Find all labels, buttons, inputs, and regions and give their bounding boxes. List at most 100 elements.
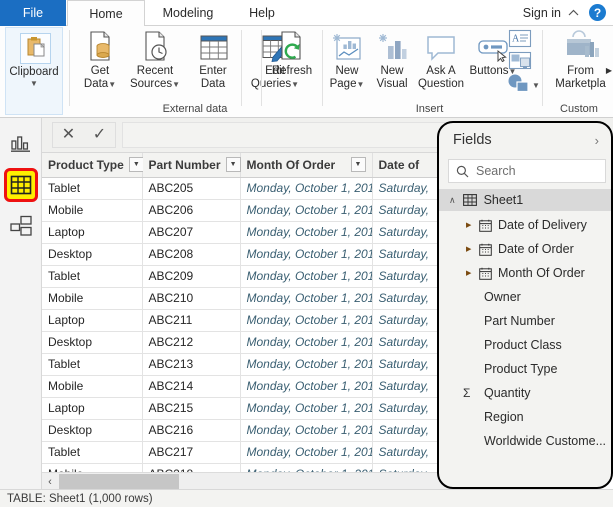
table-row[interactable]: Mobile ABC210 Monday, October 1, 2018 Satur… <box>42 287 483 310</box>
ask-question-button[interactable]: Ask A Question <box>414 28 468 90</box>
column-header-part-number[interactable]: Part Number ▼ <box>142 153 241 178</box>
table-row[interactable]: Tablet ABC213 Monday, October 1, 2018 Satur… <box>42 353 483 376</box>
table-row[interactable]: Laptop ABC211 Monday, October 1, 2018 Satur… <box>42 309 483 332</box>
column-header-month-of-order[interactable]: Month Of Order ▼ <box>240 153 373 178</box>
table-cell[interactable]: Laptop <box>42 397 143 420</box>
table-row[interactable]: Tablet ABC205 Monday, October 1, 2018 Satur… <box>42 177 483 200</box>
field-item-owner[interactable]: Owner <box>439 285 611 309</box>
help-icon[interactable]: ? <box>589 4 606 21</box>
table-cell[interactable]: Monday, October 1, 2018 <box>240 375 373 398</box>
table-cell[interactable]: ABC212 <box>142 331 241 354</box>
field-item-worldwide-custome[interactable]: Worldwide Custome... <box>439 429 611 453</box>
from-marketplace-button[interactable]: From Marketpla <box>548 28 613 90</box>
table-cell[interactable]: Monday, October 1, 2018 <box>240 177 373 200</box>
field-item-part-number[interactable]: Part Number <box>439 309 611 333</box>
table-cell[interactable]: ABC215 <box>142 397 241 420</box>
table-cell[interactable]: Monday, October 1, 2018 <box>240 287 373 310</box>
table-row[interactable]: Tablet ABC209 Monday, October 1, 2018 Satur… <box>42 265 483 288</box>
table-row[interactable]: Mobile ABC214 Monday, October 1, 2018 Satur… <box>42 375 483 398</box>
table-cell[interactable]: Tablet <box>42 353 143 376</box>
field-item-product-class[interactable]: Product Class <box>439 333 611 357</box>
ribbon-overflow-caret[interactable]: ▶ <box>606 66 612 75</box>
horizontal-scroll-thumb[interactable] <box>59 474 179 489</box>
field-item-quantity[interactable]: Σ Quantity <box>439 381 611 405</box>
field-item-month-of-order[interactable]: ▶ Month Of Order <box>439 261 611 285</box>
table-cell[interactable]: Mobile <box>42 199 143 222</box>
table-cell[interactable]: Monday, October 1, 2018 <box>240 243 373 266</box>
refresh-button[interactable]: Refresh <box>268 28 316 78</box>
field-item-date-of-order[interactable]: ▶ Date of Order <box>439 237 611 261</box>
scroll-left-icon[interactable]: ‹ <box>42 473 58 489</box>
clipboard-caret[interactable]: ▼ <box>6 79 62 88</box>
tab-file[interactable]: File <box>0 0 66 26</box>
table-cell[interactable]: Desktop <box>42 331 143 354</box>
tab-modeling[interactable]: Modeling <box>146 0 230 26</box>
shapes-button[interactable]: ▼ <box>507 73 540 93</box>
table-cell[interactable]: Monday, October 1, 2018 <box>240 331 373 354</box>
table-cell[interactable]: Desktop <box>42 243 143 266</box>
table-cell[interactable]: Desktop <box>42 419 143 442</box>
column-header-product-type[interactable]: Product Type ▼ <box>42 153 144 178</box>
image-button[interactable] <box>508 51 532 73</box>
text-box-button[interactable]: A <box>508 29 532 51</box>
table-row[interactable]: Laptop ABC207 Monday, October 1, 2018 Satur… <box>42 221 483 244</box>
get-data-button[interactable]: Get Data▼ <box>78 28 122 91</box>
tab-help[interactable]: Help <box>231 0 293 26</box>
table-cell[interactable]: Tablet <box>42 441 143 464</box>
new-visual-button[interactable]: New Visual <box>371 28 413 90</box>
table-cell[interactable]: Tablet <box>42 265 143 288</box>
recent-sources-caret[interactable]: ▼ <box>172 80 180 89</box>
collapse-pane-icon[interactable]: › <box>595 133 599 148</box>
table-cell[interactable]: ABC208 <box>142 243 241 266</box>
field-item-date-of-delivery[interactable]: ▶ Date of Delivery <box>439 213 611 237</box>
table-cell[interactable]: Laptop <box>42 309 143 332</box>
cancel-icon[interactable]: ✕ <box>62 127 75 143</box>
shapes-caret[interactable]: ▼ <box>532 81 540 90</box>
fields-table-sheet1[interactable]: ∧ Sheet1 <box>439 189 611 211</box>
field-item-product-type[interactable]: Product Type <box>439 357 611 381</box>
table-cell[interactable]: Mobile <box>42 287 143 310</box>
table-cell[interactable]: ABC216 <box>142 419 241 442</box>
new-page-caret[interactable]: ▼ <box>356 80 364 89</box>
table-cell[interactable]: ABC214 <box>142 375 241 398</box>
table-cell[interactable]: Monday, October 1, 2018 <box>240 309 373 332</box>
table-cell[interactable]: Monday, October 1, 2018 <box>240 353 373 376</box>
table-cell[interactable]: Monday, October 1, 2018 <box>240 199 373 222</box>
table-cell[interactable]: ABC206 <box>142 199 241 222</box>
accept-icon[interactable]: ✓ <box>93 127 106 143</box>
table-cell[interactable]: Monday, October 1, 2018 <box>240 441 373 464</box>
clipboard-group[interactable]: Clipboard ▼ <box>5 27 63 115</box>
table-cell[interactable]: Laptop <box>42 221 143 244</box>
table-row[interactable]: Laptop ABC215 Monday, October 1, 2018 Satur… <box>42 397 483 420</box>
table-row[interactable]: Tablet ABC217 Monday, October 1, 2018 Satur… <box>42 441 483 464</box>
get-data-caret[interactable]: ▼ <box>108 80 116 89</box>
table-cell[interactable]: Tablet <box>42 177 143 200</box>
column-filter-icon[interactable]: ▼ <box>350 157 366 173</box>
table-cell[interactable]: Monday, October 1, 2018 <box>240 265 373 288</box>
table-cell[interactable]: ABC205 <box>142 177 241 200</box>
table-cell[interactable]: Monday, October 1, 2018 <box>240 397 373 420</box>
column-filter-icon[interactable]: ▼ <box>225 157 241 173</box>
table-row[interactable]: Mobile ABC206 Monday, October 1, 2018 Satur… <box>42 199 483 222</box>
table-cell[interactable]: Monday, October 1, 2018 <box>240 419 373 442</box>
table-row[interactable]: Desktop ABC208 Monday, October 1, 2018 Satu… <box>42 243 483 266</box>
recent-sources-button[interactable]: Recent Sources▼ <box>124 28 186 91</box>
enter-data-button[interactable]: Enter Data <box>190 28 236 90</box>
table-cell[interactable]: ABC213 <box>142 353 241 376</box>
expand-field-icon[interactable]: ▶ <box>466 245 471 253</box>
table-cell[interactable]: ABC209 <box>142 265 241 288</box>
table-cell[interactable]: Mobile <box>42 375 143 398</box>
table-cell[interactable]: ABC210 <box>142 287 241 310</box>
tab-home[interactable]: Home <box>67 0 145 27</box>
edit-queries-caret[interactable]: ▼ <box>291 80 299 89</box>
table-cell[interactable]: Monday, October 1, 2018 <box>240 221 373 244</box>
expand-field-icon[interactable]: ▶ <box>466 269 471 277</box>
table-row[interactable]: Desktop ABC212 Monday, October 1, 2018 Satu… <box>42 331 483 354</box>
expand-field-icon[interactable]: ▶ <box>466 221 471 229</box>
sidebar-item-model-view[interactable] <box>5 210 37 242</box>
table-cell[interactable]: ABC217 <box>142 441 241 464</box>
sidebar-item-data-view[interactable] <box>4 168 38 202</box>
table-cell[interactable]: ABC211 <box>142 309 241 332</box>
chevron-up-icon[interactable] <box>565 0 581 26</box>
new-page-button[interactable]: New Page▼ <box>326 28 368 91</box>
